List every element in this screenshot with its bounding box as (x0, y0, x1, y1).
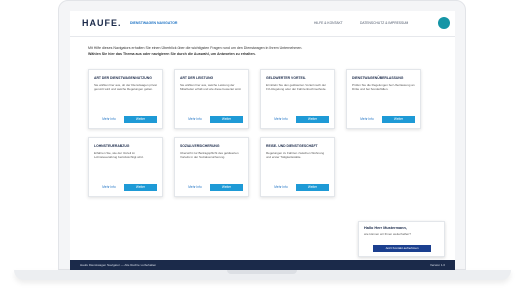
footer: Haufe Dienstwagen Navigator — Alle Recht… (70, 260, 455, 270)
laptop-notch (227, 270, 297, 274)
nav-link-privacy[interactable]: Datenschutz & Impressum (360, 21, 408, 25)
card-description: Ermitteln Sie den geldwerten Vorteil nac… (266, 84, 327, 91)
more-info-button[interactable]: Mehr Info (180, 184, 210, 191)
card-description: Sie wählen hier aus, ob der Dienstwagen … (94, 84, 157, 91)
user-avatar[interactable] (438, 17, 450, 29)
topic-card: Lohnsteuerabzug Erfahren Sie, wie der Vo… (88, 137, 163, 197)
next-button[interactable]: Weiter (210, 116, 243, 123)
next-button[interactable]: Weiter (210, 184, 243, 191)
card-title: Lohnsteuerabzug (94, 144, 130, 148)
next-button[interactable]: Weiter (296, 184, 329, 191)
card-title: Sozialversicherung (180, 144, 220, 148)
topic-card: Art der Leistung Sie wählen hier aus, we… (174, 69, 249, 129)
more-info-button[interactable]: Mehr Info (94, 116, 124, 123)
product-name[interactable]: Dienstwagen Navigator (130, 21, 177, 25)
contact-button[interactable]: Jetzt Kontakt aufnehmen (373, 245, 431, 252)
more-info-button[interactable]: Mehr Info (352, 116, 382, 123)
topic-card: Dienstwagenüberlassung Prüfen Sie die Re… (346, 69, 421, 129)
next-button[interactable]: Weiter (382, 116, 415, 123)
header: HAUFE. Dienstwagen Navigator Hilfe & Kon… (70, 11, 455, 37)
topic-card: Reise- und Dienstgeschäft Regelungen zu … (260, 137, 335, 197)
intro-instruction: Wählen Sie hier das Thema aus oder navig… (88, 52, 256, 56)
app-screen: HAUFE. Dienstwagen Navigator Hilfe & Kon… (70, 11, 455, 270)
card-title: Geldwerter Vorteil (266, 76, 306, 80)
more-info-button[interactable]: Mehr Info (266, 116, 296, 123)
help-greeting: Hallo Herr Mustermann, (364, 226, 407, 230)
brand-logo[interactable]: HAUFE. (82, 18, 122, 28)
card-description: Regelungen zu Fahrten zwischen Wohnung u… (266, 152, 325, 159)
nav-link-help[interactable]: Hilfe & Kontakt (314, 21, 343, 25)
card-description: Prüfen Sie die Regelungen bei Überlassun… (352, 84, 415, 91)
help-box: Hallo Herr Mustermann, wie können wir Ih… (358, 221, 445, 257)
topic-card: Geldwerter Vorteil Ermitteln Sie den gel… (260, 69, 335, 129)
card-description: Erfahren Sie, wie der Vorteil im Lohnste… (94, 152, 144, 159)
topic-card: Art der Dienstwagennutzung Sie wählen hi… (88, 69, 163, 129)
more-info-button[interactable]: Mehr Info (266, 184, 296, 191)
card-title: Art der Dienstwagennutzung (94, 76, 152, 80)
more-info-button[interactable]: Mehr Info (94, 184, 124, 191)
card-description: Übersicht zur Beitragspflicht des geldwe… (180, 152, 239, 159)
intro-text: Mit Hilfe dieses Navigators erhalten Sie… (88, 46, 303, 50)
more-info-button[interactable]: Mehr Info (180, 116, 210, 123)
card-description: Sie wählen hier aus, welche Leistung der… (180, 84, 242, 91)
card-title: Dienstwagenüberlassung (352, 76, 404, 80)
next-button[interactable]: Weiter (124, 116, 157, 123)
help-text: wie können wir Ihnen weiterhelfen? (364, 232, 411, 236)
card-title: Art der Leistung (180, 76, 214, 80)
footer-version: Version 1.0 (429, 263, 445, 267)
footer-copyright: Haufe Dienstwagen Navigator — Alle Recht… (80, 263, 157, 267)
next-button[interactable]: Weiter (296, 116, 329, 123)
card-title: Reise- und Dienstgeschäft (266, 144, 318, 148)
topic-card: Sozialversicherung Übersicht zur Beitrag… (174, 137, 249, 197)
next-button[interactable]: Weiter (124, 184, 157, 191)
